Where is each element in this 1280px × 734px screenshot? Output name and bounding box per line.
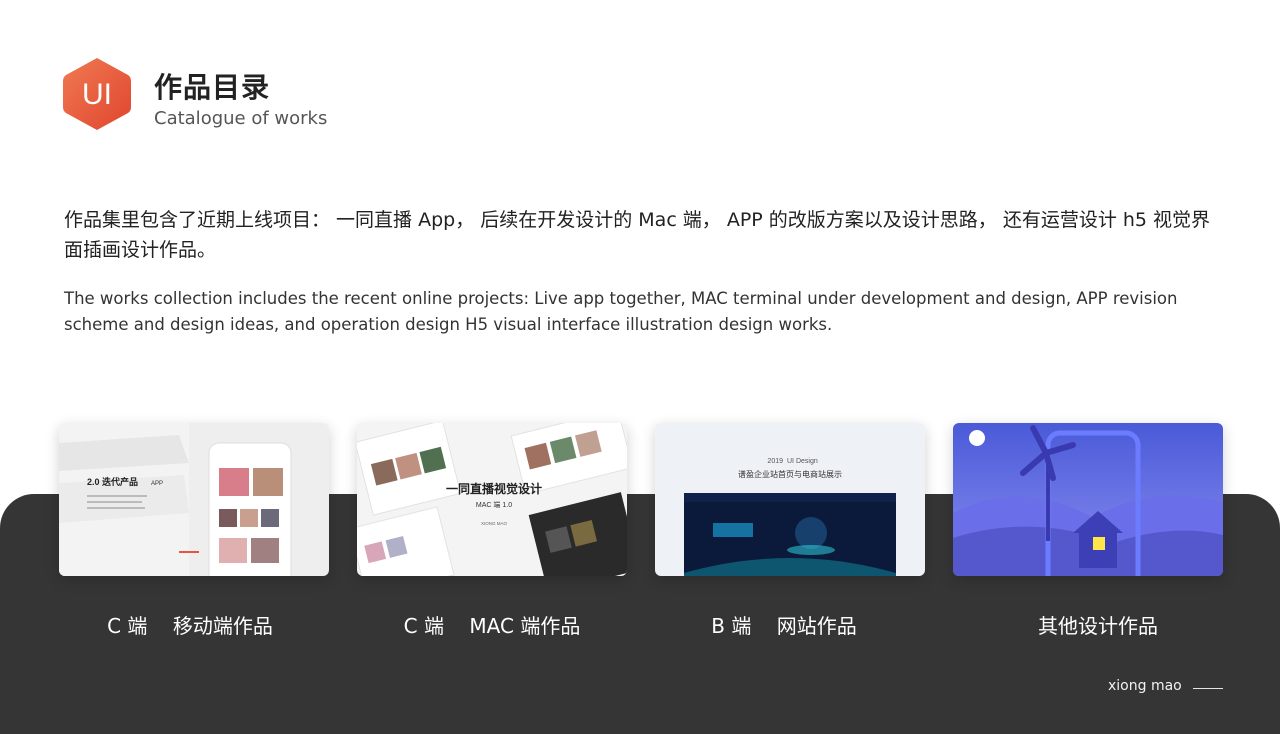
- card2-sub: MAC 端 1.0: [476, 500, 512, 509]
- intro-chinese: 作品集里包含了近期上线项目： 一同直播 App， 后续在开发设计的 Mac 端，…: [64, 209, 1211, 261]
- caption-mac-works: C 端 MAC 端作品: [403, 614, 581, 638]
- card2-heading: 一同直播视觉设计: [446, 481, 542, 496]
- intro-english: The works collection includes the recent…: [64, 289, 1178, 334]
- card1-tag: APP: [151, 481, 163, 487]
- card2-credit: XIONG MAO: [481, 521, 508, 526]
- work-card-website[interactable]: 2019 UI Design 谱盈企业站首页与电商站展示: [655, 423, 925, 576]
- card3-year: 2019: [767, 458, 783, 465]
- card3-heading: 谱盈企业站首页与电商站展示: [738, 469, 842, 479]
- page-title: 作品目录: [154, 71, 271, 104]
- page-subtitle: Catalogue of works: [154, 108, 328, 129]
- card3-label: UI Design: [787, 458, 818, 465]
- work-card-mobile[interactable]: 2.0 迭代产品 APP: [59, 423, 329, 576]
- ui-logo-icon: UI: [63, 58, 131, 130]
- work-card-mac[interactable]: 一同直播视觉设计 MAC 端 1.0 XIONG MAO: [357, 423, 627, 576]
- caption-website-works: B 端 网站作品: [711, 614, 857, 638]
- logo-text: UI: [82, 78, 112, 111]
- caption-mobile-works: C 端 移动端作品: [107, 614, 273, 638]
- work-card-illustration[interactable]: [953, 423, 1223, 576]
- card1-heading: 2.0 迭代产品: [87, 476, 138, 487]
- signature-line: [1193, 688, 1223, 689]
- signature: xiong mao: [1108, 678, 1182, 694]
- caption-other-works: 其他设计作品: [1038, 614, 1158, 638]
